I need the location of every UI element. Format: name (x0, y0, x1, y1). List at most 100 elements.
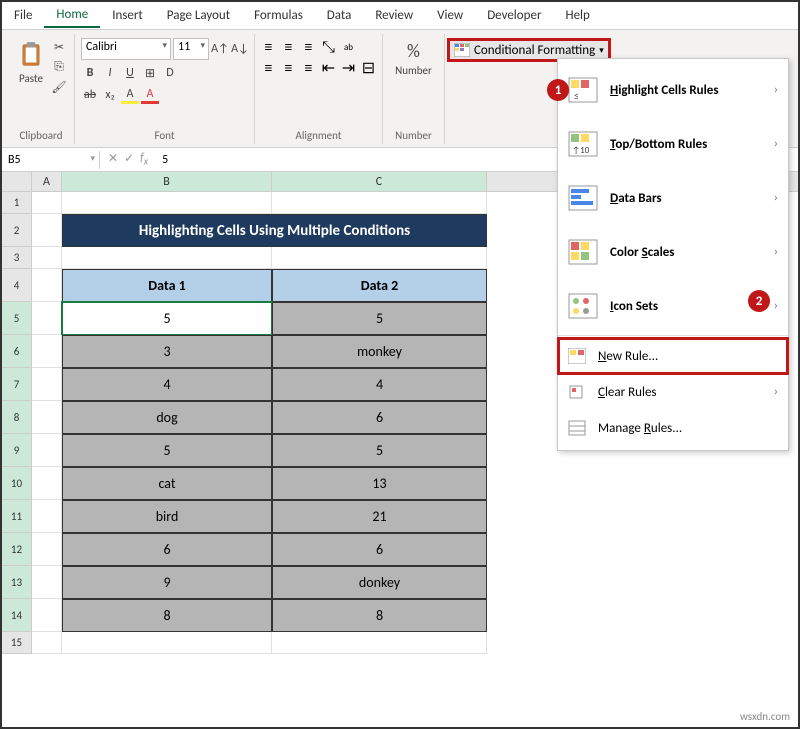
underline-button[interactable]: U (121, 64, 139, 82)
cell[interactable]: 5 (272, 434, 487, 467)
align-middle[interactable]: ≡ (280, 38, 298, 56)
italic-button[interactable]: I (101, 64, 119, 82)
copy-button[interactable]: ⎘ (50, 58, 68, 76)
menu-clear-rules[interactable]: Clear Rules › (558, 374, 788, 410)
cell[interactable]: dog (62, 401, 272, 434)
tab-data[interactable]: Data (315, 4, 364, 27)
tab-developer[interactable]: Developer (475, 4, 553, 27)
double-underline-button[interactable]: D (161, 64, 179, 82)
menu-data-bars[interactable]: Data Bars › (558, 171, 788, 225)
cell[interactable]: 6 (62, 533, 272, 566)
row-header[interactable]: 6 (2, 335, 32, 368)
bold-button[interactable]: B (81, 64, 99, 82)
cell[interactable]: donkey (272, 566, 487, 599)
subscript-button[interactable]: x₂ (101, 86, 119, 104)
cell[interactable]: 8 (272, 599, 487, 632)
row-header[interactable]: 2 (2, 214, 32, 247)
row-header[interactable]: 14 (2, 599, 32, 632)
row-header[interactable]: 7 (2, 368, 32, 401)
tab-insert[interactable]: Insert (100, 4, 155, 27)
cell[interactable]: 13 (272, 467, 487, 500)
format-painter-button[interactable]: 🖌 (50, 78, 68, 96)
menu-manage-rules[interactable]: Manage Rules... (558, 410, 788, 446)
tab-view[interactable]: View (425, 4, 475, 27)
row-header[interactable]: 3 (2, 247, 32, 269)
table-header[interactable]: Data 1 (62, 269, 272, 302)
group-alignment: ≡ ≡ ≡ ⤡ ab ≡ ≡ ≡ ⇤ ⇥ ⊟ Alignment (255, 34, 383, 144)
select-all-corner[interactable] (2, 172, 32, 191)
font-color-button[interactable]: A (141, 86, 159, 104)
title-cell[interactable]: Highlighting Cells Using Multiple Condit… (62, 214, 487, 247)
tab-home[interactable]: Home (44, 3, 100, 28)
tab-file[interactable]: File (2, 4, 44, 27)
align-left[interactable]: ≡ (260, 59, 278, 77)
align-right[interactable]: ≡ (300, 59, 318, 77)
row-header[interactable]: 5 (2, 302, 32, 335)
name-box[interactable]: B5 (2, 151, 100, 169)
cell[interactable]: 6 (272, 533, 487, 566)
col-header-a[interactable]: A (32, 172, 62, 191)
decrease-indent[interactable]: ⇤ (320, 59, 338, 77)
number-format-button[interactable]: % Number (391, 38, 436, 79)
fx-button[interactable]: fx (140, 151, 148, 167)
col-header-b[interactable]: B (62, 172, 272, 191)
menu-color-scales[interactable]: Color Scales › (558, 225, 788, 279)
menu-highlight-cells-rules[interactable]: ≤ Highlight Cells Rules › (558, 63, 788, 117)
cell[interactable]: monkey (272, 335, 487, 368)
enter-formula-button[interactable]: ✓ (124, 151, 134, 167)
menu-top-bottom-rules[interactable]: ↑10 Top/Bottom Rules › (558, 117, 788, 171)
cell[interactable]: 4 (272, 368, 487, 401)
tab-page-layout[interactable]: Page Layout (155, 4, 242, 27)
cell[interactable]: 5 (272, 302, 487, 335)
strike-button[interactable]: ab (81, 86, 99, 104)
data-bars-icon (568, 185, 598, 211)
cell[interactable]: 8 (62, 599, 272, 632)
row-header[interactable]: 13 (2, 566, 32, 599)
cell[interactable]: 21 (272, 500, 487, 533)
fill-color-button[interactable]: A (121, 86, 139, 104)
cell[interactable]: 9 (62, 566, 272, 599)
paste-label: Paste (19, 72, 43, 85)
table-header[interactable]: Data 2 (272, 269, 487, 302)
cell[interactable]: bird (62, 500, 272, 533)
cell[interactable]: 4 (62, 368, 272, 401)
row-header[interactable]: 10 (2, 467, 32, 500)
align-top[interactable]: ≡ (260, 38, 278, 56)
chevron-right-icon: › (774, 191, 778, 205)
conditional-formatting-menu: ≤ Highlight Cells Rules › ↑10 Top/Bottom… (557, 58, 789, 451)
cut-button[interactable]: ✂ (50, 38, 68, 56)
conditional-formatting-icon (454, 43, 470, 57)
row-header[interactable]: 15 (2, 632, 32, 654)
cancel-formula-button[interactable]: ✕ (108, 151, 118, 167)
menu-new-rule[interactable]: New Rule... (558, 338, 788, 374)
align-bottom[interactable]: ≡ (300, 38, 318, 56)
rotate-text[interactable]: ⤡ (320, 38, 338, 56)
cell[interactable]: 3 (62, 335, 272, 368)
decrease-font-button[interactable]: A↓ (231, 40, 249, 58)
tab-review[interactable]: Review (363, 4, 425, 27)
row-header[interactable]: 9 (2, 434, 32, 467)
align-center[interactable]: ≡ (280, 59, 298, 77)
merge-center[interactable]: ⊟ (360, 59, 378, 77)
row-header[interactable]: 8 (2, 401, 32, 434)
row-header[interactable]: 11 (2, 500, 32, 533)
row-header[interactable]: 4 (2, 269, 32, 302)
cell[interactable]: cat (62, 467, 272, 500)
font-name-select[interactable]: Calibri (81, 38, 171, 60)
paste-button[interactable]: Paste (14, 38, 48, 87)
top-bottom-icon: ↑10 (568, 131, 598, 157)
wrap-text[interactable]: ab (340, 38, 358, 56)
tab-formulas[interactable]: Formulas (242, 4, 315, 27)
clear-rules-icon (568, 384, 586, 400)
increase-indent[interactable]: ⇥ (340, 59, 358, 77)
row-header[interactable]: 1 (2, 192, 32, 214)
border-button[interactable]: ⊞ (141, 64, 159, 82)
tab-help[interactable]: Help (553, 4, 601, 27)
row-header[interactable]: 12 (2, 533, 32, 566)
cell-active[interactable]: 5 (62, 302, 272, 335)
cell[interactable]: 6 (272, 401, 487, 434)
increase-font-button[interactable]: A↑ (211, 40, 229, 58)
col-header-c[interactable]: C (272, 172, 487, 191)
cell[interactable]: 5 (62, 434, 272, 467)
font-size-select[interactable]: 11 (173, 38, 209, 60)
